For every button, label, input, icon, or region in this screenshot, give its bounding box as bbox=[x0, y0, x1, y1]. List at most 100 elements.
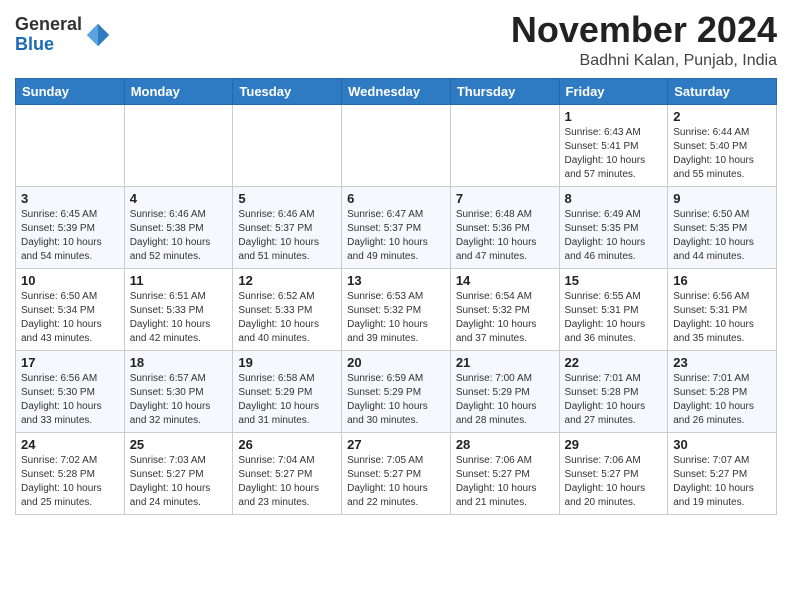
day-cell: 3 Sunrise: 6:45 AM Sunset: 5:39 PM Daylig… bbox=[16, 186, 125, 268]
weekday-header-friday: Friday bbox=[559, 78, 668, 104]
day-number: 30 bbox=[673, 437, 771, 452]
day-cell: 16Sunrise: 6:56 AM Sunset: 5:31 PM Dayli… bbox=[668, 268, 777, 350]
weekday-header-wednesday: Wednesday bbox=[342, 78, 451, 104]
page-container: General Blue November 2024 Badhni Kalan,… bbox=[0, 0, 792, 525]
day-cell: 6 Sunrise: 6:47 AM Sunset: 5:37 PM Daylig… bbox=[342, 186, 451, 268]
day-number: 28 bbox=[456, 437, 554, 452]
day-cell: 29 Sunrise: 7:06 AM Sunset: 5:27 PM Dayli… bbox=[559, 432, 668, 514]
day-info: Sunrise: 6:45 AM Sunset: 5:39 PM Dayligh… bbox=[21, 208, 119, 264]
day-cell: 27Sunrise: 7:05 AM Sunset: 5:27 PM Dayli… bbox=[342, 432, 451, 514]
day-info: Sunrise: 7:03 AM Sunset: 5:27 PM Dayligh… bbox=[130, 454, 228, 510]
day-info: Sunrise: 6:47 AM Sunset: 5:37 PM Dayligh… bbox=[347, 208, 445, 264]
day-cell: 22 Sunrise: 7:01 AM Sunset: 5:28 PM Dayli… bbox=[559, 350, 668, 432]
day-info: Sunrise: 6:51 AM Sunset: 5:33 PM Dayligh… bbox=[130, 290, 228, 346]
day-number: 9 bbox=[673, 191, 771, 206]
day-cell: 5 Sunrise: 6:46 AM Sunset: 5:37 PM Daylig… bbox=[233, 186, 342, 268]
day-number: 7 bbox=[456, 191, 554, 206]
day-number: 12 bbox=[238, 273, 336, 288]
day-cell: 8 Sunrise: 6:49 AM Sunset: 5:35 PM Daylig… bbox=[559, 186, 668, 268]
day-info: Sunrise: 6:50 AM Sunset: 5:35 PM Dayligh… bbox=[673, 208, 771, 264]
day-info: Sunrise: 7:06 AM Sunset: 5:27 PM Dayligh… bbox=[565, 454, 663, 510]
day-cell: 28 Sunrise: 7:06 AM Sunset: 5:27 PM Dayli… bbox=[450, 432, 559, 514]
day-number: 22 bbox=[565, 355, 663, 370]
day-cell: 24 Sunrise: 7:02 AM Sunset: 5:28 PM Dayli… bbox=[16, 432, 125, 514]
logo-icon bbox=[84, 21, 112, 49]
day-number: 2 bbox=[673, 109, 771, 124]
day-info: Sunrise: 6:59 AM Sunset: 5:29 PM Dayligh… bbox=[347, 372, 445, 428]
day-number: 6 bbox=[347, 191, 445, 206]
day-info: Sunrise: 7:01 AM Sunset: 5:28 PM Dayligh… bbox=[565, 372, 663, 428]
day-info: Sunrise: 6:58 AM Sunset: 5:29 PM Dayligh… bbox=[238, 372, 336, 428]
day-number: 23 bbox=[673, 355, 771, 370]
weekday-header-sunday: Sunday bbox=[16, 78, 125, 104]
day-number: 1 bbox=[565, 109, 663, 124]
day-info: Sunrise: 6:55 AM Sunset: 5:31 PM Dayligh… bbox=[565, 290, 663, 346]
logo-text: General Blue bbox=[15, 15, 82, 55]
day-info: Sunrise: 6:50 AM Sunset: 5:34 PM Dayligh… bbox=[21, 290, 119, 346]
logo: General Blue bbox=[15, 15, 112, 55]
day-cell: 23 Sunrise: 7:01 AM Sunset: 5:28 PM Dayli… bbox=[668, 350, 777, 432]
week-row-2: 3 Sunrise: 6:45 AM Sunset: 5:39 PM Daylig… bbox=[16, 186, 777, 268]
weekday-header-row: SundayMondayTuesdayWednesdayThursdayFrid… bbox=[16, 78, 777, 104]
day-cell bbox=[124, 104, 233, 186]
day-number: 18 bbox=[130, 355, 228, 370]
day-info: Sunrise: 7:05 AM Sunset: 5:27 PM Dayligh… bbox=[347, 454, 445, 510]
day-cell: 15Sunrise: 6:55 AM Sunset: 5:31 PM Dayli… bbox=[559, 268, 668, 350]
weekday-header-monday: Monday bbox=[124, 78, 233, 104]
day-number: 5 bbox=[238, 191, 336, 206]
weekday-header-saturday: Saturday bbox=[668, 78, 777, 104]
day-cell: 1Sunrise: 6:43 AM Sunset: 5:41 PM Daylig… bbox=[559, 104, 668, 186]
day-cell: 26 Sunrise: 7:04 AM Sunset: 5:27 PM Dayli… bbox=[233, 432, 342, 514]
day-info: Sunrise: 7:07 AM Sunset: 5:27 PM Dayligh… bbox=[673, 454, 771, 510]
header: General Blue November 2024 Badhni Kalan,… bbox=[15, 10, 777, 70]
day-cell bbox=[16, 104, 125, 186]
day-cell: 25Sunrise: 7:03 AM Sunset: 5:27 PM Dayli… bbox=[124, 432, 233, 514]
day-info: Sunrise: 6:44 AM Sunset: 5:40 PM Dayligh… bbox=[673, 126, 771, 182]
day-cell: 7Sunrise: 6:48 AM Sunset: 5:36 PM Daylig… bbox=[450, 186, 559, 268]
week-row-1: 1Sunrise: 6:43 AM Sunset: 5:41 PM Daylig… bbox=[16, 104, 777, 186]
day-number: 10 bbox=[21, 273, 119, 288]
calendar: SundayMondayTuesdayWednesdayThursdayFrid… bbox=[15, 78, 777, 515]
day-number: 14 bbox=[456, 273, 554, 288]
day-info: Sunrise: 6:46 AM Sunset: 5:37 PM Dayligh… bbox=[238, 208, 336, 264]
week-row-3: 10 Sunrise: 6:50 AM Sunset: 5:34 PM Dayli… bbox=[16, 268, 777, 350]
day-number: 11 bbox=[130, 273, 228, 288]
day-cell: 18 Sunrise: 6:57 AM Sunset: 5:30 PM Dayli… bbox=[124, 350, 233, 432]
day-number: 20 bbox=[347, 355, 445, 370]
day-cell: 17 Sunrise: 6:56 AM Sunset: 5:30 PM Dayli… bbox=[16, 350, 125, 432]
day-cell: 13Sunrise: 6:53 AM Sunset: 5:32 PM Dayli… bbox=[342, 268, 451, 350]
day-info: Sunrise: 6:57 AM Sunset: 5:30 PM Dayligh… bbox=[130, 372, 228, 428]
location: Badhni Kalan, Punjab, India bbox=[511, 52, 777, 70]
day-info: Sunrise: 6:54 AM Sunset: 5:32 PM Dayligh… bbox=[456, 290, 554, 346]
day-cell: 4 Sunrise: 6:46 AM Sunset: 5:38 PM Daylig… bbox=[124, 186, 233, 268]
day-cell: 30 Sunrise: 7:07 AM Sunset: 5:27 PM Dayli… bbox=[668, 432, 777, 514]
day-cell bbox=[342, 104, 451, 186]
day-info: Sunrise: 7:02 AM Sunset: 5:28 PM Dayligh… bbox=[21, 454, 119, 510]
day-info: Sunrise: 6:56 AM Sunset: 5:30 PM Dayligh… bbox=[21, 372, 119, 428]
day-number: 26 bbox=[238, 437, 336, 452]
day-cell: 10 Sunrise: 6:50 AM Sunset: 5:34 PM Dayli… bbox=[16, 268, 125, 350]
day-info: Sunrise: 6:46 AM Sunset: 5:38 PM Dayligh… bbox=[130, 208, 228, 264]
day-info: Sunrise: 7:06 AM Sunset: 5:27 PM Dayligh… bbox=[456, 454, 554, 510]
day-number: 17 bbox=[21, 355, 119, 370]
day-info: Sunrise: 7:04 AM Sunset: 5:27 PM Dayligh… bbox=[238, 454, 336, 510]
day-info: Sunrise: 6:49 AM Sunset: 5:35 PM Dayligh… bbox=[565, 208, 663, 264]
day-number: 4 bbox=[130, 191, 228, 206]
day-info: Sunrise: 7:01 AM Sunset: 5:28 PM Dayligh… bbox=[673, 372, 771, 428]
week-row-4: 17 Sunrise: 6:56 AM Sunset: 5:30 PM Dayli… bbox=[16, 350, 777, 432]
day-cell: 11 Sunrise: 6:51 AM Sunset: 5:33 PM Dayli… bbox=[124, 268, 233, 350]
title-block: November 2024 Badhni Kalan, Punjab, Indi… bbox=[511, 10, 777, 70]
day-info: Sunrise: 6:56 AM Sunset: 5:31 PM Dayligh… bbox=[673, 290, 771, 346]
day-number: 29 bbox=[565, 437, 663, 452]
day-number: 3 bbox=[21, 191, 119, 206]
day-number: 8 bbox=[565, 191, 663, 206]
weekday-header-tuesday: Tuesday bbox=[233, 78, 342, 104]
day-number: 24 bbox=[21, 437, 119, 452]
day-cell bbox=[450, 104, 559, 186]
day-info: Sunrise: 7:00 AM Sunset: 5:29 PM Dayligh… bbox=[456, 372, 554, 428]
weekday-header-thursday: Thursday bbox=[450, 78, 559, 104]
day-info: Sunrise: 6:52 AM Sunset: 5:33 PM Dayligh… bbox=[238, 290, 336, 346]
day-number: 13 bbox=[347, 273, 445, 288]
day-cell: 14 Sunrise: 6:54 AM Sunset: 5:32 PM Dayli… bbox=[450, 268, 559, 350]
month-title: November 2024 bbox=[511, 10, 777, 50]
